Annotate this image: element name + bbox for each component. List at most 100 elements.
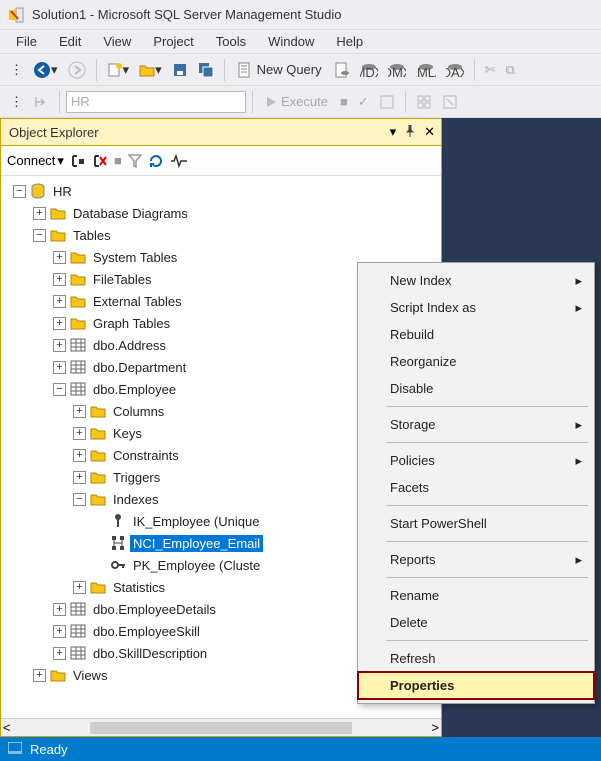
ctx-properties[interactable]: Properties: [358, 672, 594, 699]
ctx-start-powershell[interactable]: Start PowerShell: [358, 510, 594, 537]
collapse-icon[interactable]: −: [13, 185, 26, 198]
ctx-reports[interactable]: Reports▸: [358, 546, 594, 573]
stop-icon[interactable]: ■: [114, 153, 122, 168]
expand-icon[interactable]: +: [53, 317, 66, 330]
disconnect-server-icon[interactable]: [92, 153, 108, 169]
menu-tools[interactable]: Tools: [206, 31, 256, 52]
scroll-thumb[interactable]: [90, 722, 352, 734]
expand-icon[interactable]: +: [73, 405, 86, 418]
pin-icon[interactable]: [404, 125, 416, 140]
collapse-icon[interactable]: −: [53, 383, 66, 396]
stop-icon[interactable]: ■: [336, 90, 352, 114]
ctx-refresh[interactable]: Refresh: [358, 645, 594, 672]
mdx-icon[interactable]: MDX: [356, 58, 382, 82]
expand-icon[interactable]: +: [33, 207, 46, 220]
ctx-separator: [386, 505, 588, 506]
collapse-icon[interactable]: −: [33, 229, 46, 242]
execute-button[interactable]: Execute: [259, 90, 334, 114]
folder-icon: [50, 227, 66, 243]
panel-dropdown-icon[interactable]: ▾: [390, 124, 397, 140]
live-stats-icon[interactable]: [438, 90, 462, 114]
new-query-button[interactable]: New Query: [231, 58, 328, 82]
title-bar: Solution1 - Microsoft SQL Server Managem…: [0, 0, 601, 30]
expand-icon[interactable]: +: [53, 647, 66, 660]
expand-icon[interactable]: +: [53, 251, 66, 264]
ctx-separator: [386, 640, 588, 641]
use-db-icon[interactable]: [29, 90, 53, 114]
collapse-icon[interactable]: −: [73, 493, 86, 506]
ctx-rename[interactable]: Rename: [358, 582, 594, 609]
close-icon[interactable]: ✕: [424, 124, 435, 140]
tree-node-db-diagrams[interactable]: + Database Diagrams: [33, 202, 441, 224]
ctx-label: Start PowerShell: [390, 516, 487, 531]
folder-icon: [90, 447, 106, 463]
ctx-storage[interactable]: Storage▸: [358, 411, 594, 438]
ctx-policies[interactable]: Policies▸: [358, 447, 594, 474]
expand-icon[interactable]: +: [53, 625, 66, 638]
plan-icon[interactable]: [412, 90, 436, 114]
ctx-script-index[interactable]: Script Index as▸: [358, 294, 594, 321]
ctx-rebuild[interactable]: Rebuild: [358, 321, 594, 348]
activity-monitor-icon[interactable]: [170, 154, 188, 168]
copy-icon[interactable]: ⧉: [502, 58, 519, 82]
menu-project[interactable]: Project: [143, 31, 203, 52]
expand-icon[interactable]: +: [53, 361, 66, 374]
execute-label: Execute: [281, 94, 328, 109]
node-label: Indexes: [110, 491, 162, 508]
ctx-reorganize[interactable]: Reorganize: [358, 348, 594, 375]
menu-window[interactable]: Window: [258, 31, 324, 52]
parse-icon[interactable]: ✓: [354, 90, 373, 114]
table-icon: [70, 645, 86, 661]
expand-icon[interactable]: +: [73, 471, 86, 484]
node-label: Statistics: [110, 579, 168, 596]
tree-node-tables[interactable]: − Tables: [33, 224, 441, 246]
connect-server-icon[interactable]: [70, 153, 86, 169]
expand-icon[interactable]: +: [53, 295, 66, 308]
chevron-down-icon: ▾: [51, 62, 58, 78]
save-all-button[interactable]: [194, 58, 218, 82]
tree-node-database[interactable]: − HR: [13, 180, 441, 202]
scroll-left-icon[interactable]: <: [3, 720, 11, 735]
save-button[interactable]: [168, 58, 192, 82]
expand-icon[interactable]: +: [73, 449, 86, 462]
expand-icon[interactable]: +: [53, 339, 66, 352]
svg-text:DMX: DMX: [388, 65, 406, 78]
menu-file[interactable]: File: [6, 31, 47, 52]
connect-button[interactable]: Connect ▾: [7, 153, 64, 169]
ctx-new-index[interactable]: New Index▸: [358, 267, 594, 294]
ctx-delete[interactable]: Delete: [358, 609, 594, 636]
folder-icon: [90, 425, 106, 441]
toolbar-sql: ⋮ HR Execute ■ ✓: [0, 86, 601, 118]
menu-help[interactable]: Help: [326, 31, 373, 52]
xmla-icon[interactable]: XMLA: [412, 58, 440, 82]
expand-icon[interactable]: +: [73, 427, 86, 440]
nav-forward-button[interactable]: [64, 58, 90, 82]
expand-icon[interactable]: +: [33, 669, 46, 682]
dax-icon[interactable]: DAX: [442, 58, 468, 82]
app-icon: [8, 7, 24, 23]
nav-back-button[interactable]: ▾: [29, 58, 62, 82]
filter-icon[interactable]: [128, 154, 142, 168]
horizontal-scrollbar[interactable]: < >: [1, 718, 441, 736]
ctx-disable[interactable]: Disable: [358, 375, 594, 402]
ctx-facets[interactable]: Facets: [358, 474, 594, 501]
node-label: dbo.EmployeeSkill: [90, 623, 203, 640]
open-file-button[interactable]: ▾: [135, 58, 166, 82]
menu-edit[interactable]: Edit: [49, 31, 91, 52]
folder-icon: [90, 403, 106, 419]
dmx-icon[interactable]: DMX: [384, 58, 410, 82]
new-item-button[interactable]: ▾: [103, 58, 134, 82]
expand-icon[interactable]: +: [73, 581, 86, 594]
expand-icon[interactable]: +: [53, 273, 66, 286]
node-label: dbo.Department: [90, 359, 189, 376]
folder-icon: [70, 293, 86, 309]
refresh-icon[interactable]: [148, 153, 164, 169]
db-engine-query-icon[interactable]: [330, 58, 354, 82]
expand-icon[interactable]: +: [53, 603, 66, 616]
cut-icon[interactable]: ✄: [481, 58, 500, 82]
key-icon: [110, 557, 126, 573]
menu-view[interactable]: View: [93, 31, 141, 52]
database-dropdown[interactable]: HR: [66, 91, 246, 113]
estimated-plan-icon[interactable]: [375, 90, 399, 114]
scroll-right-icon[interactable]: >: [431, 720, 439, 735]
